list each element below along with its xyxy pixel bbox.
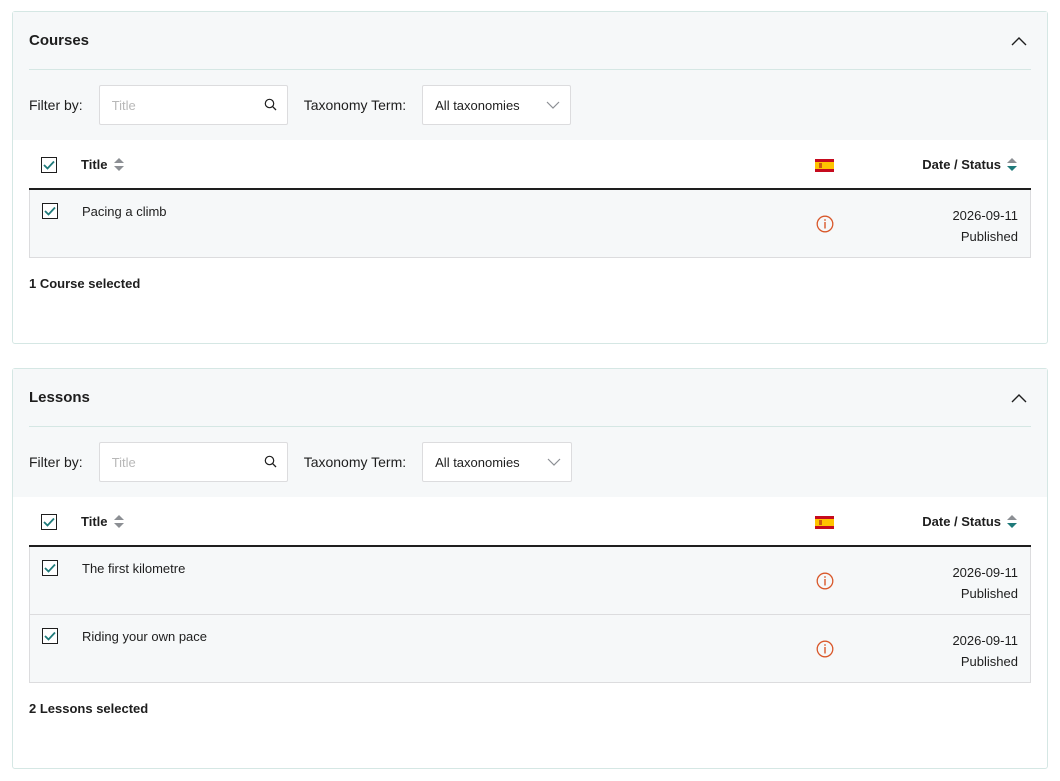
lessons-panel-head: Lessons (29, 369, 1031, 427)
info-warning-icon[interactable] (816, 640, 834, 658)
filter-row: Filter by: Taxonomy Term: All taxonomies (29, 427, 1031, 497)
panel-title: Lessons (29, 389, 90, 406)
courses-panel-head: Courses (29, 12, 1031, 70)
filter-label: Filter by: (29, 97, 83, 113)
date-status-column-label: Date / Status (922, 513, 1001, 529)
courses-panel: Courses Filter by: Taxonomy Term: All ta… (12, 11, 1048, 344)
courses-panel-header-area: Courses Filter by: Taxonomy Term: All ta… (13, 12, 1047, 140)
date-status-column-header[interactable]: Date / Status (922, 514, 1017, 529)
title-column-header[interactable]: Title (81, 514, 124, 529)
panel-title: Courses (29, 32, 90, 49)
date-status-column-label: Date / Status (922, 156, 1001, 172)
title-column-label: Title (81, 513, 108, 529)
checkmark-icon (44, 631, 56, 641)
checkmark-icon (43, 517, 55, 527)
row-date: 2026-09-11 (952, 208, 1018, 223)
table-row[interactable]: Pacing a climb 2026-09-11 Published (29, 190, 1031, 258)
taxonomy-select-value: All taxonomies (435, 454, 520, 470)
taxonomy-select-value: All taxonomies (435, 97, 520, 113)
collapse-button[interactable] (1007, 386, 1031, 410)
select-all-checkbox[interactable] (41, 157, 57, 173)
row-title[interactable]: The first kilometre (82, 561, 185, 576)
chevron-down-icon (547, 458, 561, 466)
search-input[interactable] (99, 86, 250, 124)
sort-icon (1007, 157, 1017, 171)
row-status: Published (960, 586, 1018, 601)
taxonomy-label: Taxonomy Term: (303, 97, 407, 113)
row-date-status: 2026-09-11 Published (952, 630, 1018, 672)
row-checkbox[interactable] (42, 560, 58, 576)
row-title[interactable]: Pacing a climb (82, 204, 167, 219)
lessons-table: Title Date / Status The first kilometre … (29, 497, 1031, 683)
lessons-panel-header-area: Lessons Filter by: Taxonomy Term: All ta… (13, 369, 1047, 497)
selected-count: 1 Course selected (29, 276, 141, 291)
chevron-down-icon (546, 101, 560, 109)
row-title[interactable]: Riding your own pace (82, 629, 207, 644)
row-date: 2026-09-11 (952, 565, 1018, 580)
checkmark-icon (43, 160, 55, 170)
table-row[interactable]: The first kilometre 2026-09-11 Published (29, 547, 1031, 615)
row-date-status: 2026-09-11 Published (952, 205, 1018, 247)
search-field[interactable] (98, 442, 288, 482)
filter-label: Filter by: (29, 454, 83, 470)
date-status-column-header[interactable]: Date / Status (922, 157, 1017, 172)
spain-flag-icon (815, 159, 834, 172)
checkmark-icon (44, 563, 56, 573)
table-row[interactable]: Riding your own pace 2026-09-11 Publishe… (29, 615, 1031, 683)
sort-icon (113, 157, 124, 171)
table-header: Title Date / Status (29, 140, 1031, 190)
chevron-up-icon (1011, 36, 1027, 45)
checkmark-icon (44, 206, 56, 216)
sort-icon (1007, 514, 1017, 528)
search-icon (264, 455, 277, 468)
search-input[interactable] (99, 443, 250, 481)
row-checkbox[interactable] (42, 203, 58, 219)
taxonomy-label: Taxonomy Term: (303, 454, 407, 470)
select-all-checkbox[interactable] (41, 514, 57, 530)
search-field[interactable] (98, 85, 288, 125)
table-header: Title Date / Status (29, 497, 1031, 547)
taxonomy-select[interactable]: All taxonomies (422, 85, 572, 125)
spain-flag-icon (815, 516, 834, 529)
title-column-label: Title (81, 156, 108, 172)
chevron-up-icon (1011, 393, 1027, 402)
info-warning-icon[interactable] (816, 572, 834, 590)
row-status: Published (960, 654, 1018, 669)
selected-count: 2 Lessons selected (29, 701, 149, 716)
row-checkbox[interactable] (42, 628, 58, 644)
row-date-status: 2026-09-11 Published (952, 562, 1018, 604)
sort-icon (113, 514, 124, 528)
row-status: Published (960, 229, 1018, 244)
courses-table: Title Date / Status Pacing a climb 2026-… (29, 140, 1031, 258)
taxonomy-select[interactable]: All taxonomies (422, 442, 573, 482)
collapse-button[interactable] (1007, 29, 1031, 53)
title-column-header[interactable]: Title (81, 157, 124, 172)
filter-row: Filter by: Taxonomy Term: All taxonomies (29, 70, 1031, 140)
search-icon (264, 98, 277, 111)
lessons-panel: Lessons Filter by: Taxonomy Term: All ta… (12, 368, 1048, 769)
row-date: 2026-09-11 (952, 633, 1018, 648)
info-warning-icon[interactable] (816, 215, 834, 233)
